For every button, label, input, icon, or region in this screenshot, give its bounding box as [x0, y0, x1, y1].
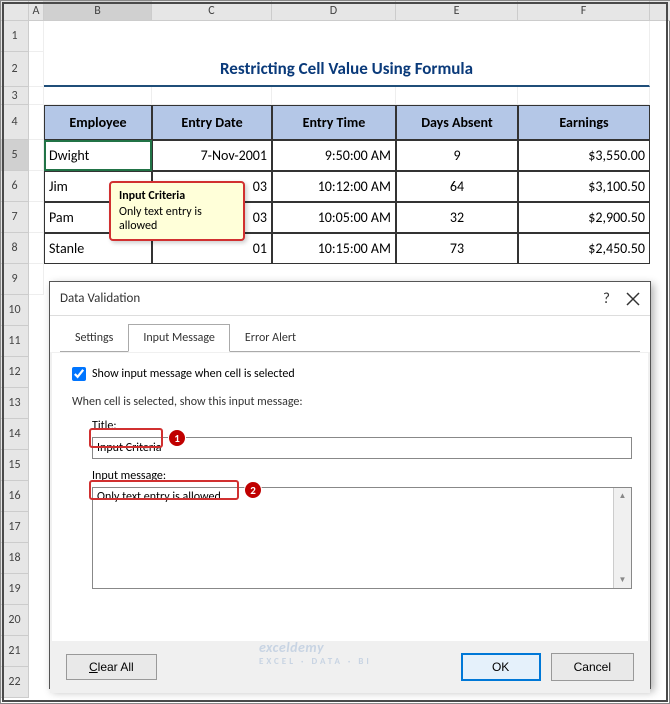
row-header-21[interactable]: 21 [1, 636, 29, 667]
tooltip-body: Only text entry is allowed [119, 205, 235, 233]
row-header-16[interactable]: 16 [1, 481, 29, 512]
cell-c5[interactable]: 7-Nov-2001 [152, 140, 272, 171]
watermark: exceldemy EXCEL · DATA · BI [259, 639, 372, 667]
scroll-down-icon[interactable]: ▼ [615, 572, 631, 588]
cell-d6[interactable]: 10:12:00 AM [272, 171, 396, 202]
row-header-14[interactable]: 14 [1, 419, 29, 450]
cell-e8[interactable]: 73 [396, 233, 518, 264]
row-header-5[interactable]: 5 [1, 140, 29, 171]
row-header-19[interactable]: 19 [1, 574, 29, 605]
cell-d5[interactable]: 9:50:00 AM [272, 140, 396, 171]
scroll-up-icon[interactable]: ▲ [615, 488, 631, 504]
cell-d8[interactable]: 10:15:00 AM [272, 233, 396, 264]
help-icon[interactable]: ? [603, 290, 610, 308]
dialog-tabs: Settings Input Message Error Alert [50, 316, 650, 352]
close-icon[interactable] [626, 292, 640, 306]
row-header-8[interactable]: 8 [1, 233, 29, 264]
tab-input-message[interactable]: Input Message [128, 324, 230, 352]
cell-f7[interactable]: $2,900.50 [518, 202, 650, 233]
textarea-scrollbar[interactable]: ▲ ▼ [613, 488, 631, 588]
message-textarea[interactable]: Only text entry is allowed [93, 488, 613, 588]
show-input-checkbox[interactable] [72, 367, 86, 381]
row-header-6[interactable]: 6 [1, 171, 29, 202]
col-header-f[interactable]: F [518, 1, 650, 20]
prompt-label: When cell is selected, show this input m… [72, 395, 628, 409]
row-header-9[interactable]: 9 [1, 264, 29, 295]
data-validation-dialog: Data Validation ? Settings Input Message… [49, 281, 651, 689]
col-header-e[interactable]: E [396, 1, 518, 20]
header-entry-time[interactable]: Entry Time [272, 105, 396, 140]
cell-e7[interactable]: 32 [396, 202, 518, 233]
row-header-15[interactable]: 15 [1, 450, 29, 481]
callout-2: 2 [244, 481, 262, 499]
header-entry-date[interactable]: Entry Date [152, 105, 272, 140]
show-input-label: Show input message when cell is selected [92, 367, 295, 381]
cell-e5[interactable]: 9 [396, 140, 518, 171]
header-days-absent[interactable]: Days Absent [396, 105, 518, 140]
row-header-3[interactable]: 3 [1, 87, 29, 105]
tab-settings[interactable]: Settings [60, 324, 128, 352]
cell-e6[interactable]: 64 [396, 171, 518, 202]
col-header-b[interactable]: B [44, 1, 152, 20]
row-header-2[interactable]: 2 [1, 52, 29, 87]
cell-f8[interactable]: $2,450.50 [518, 233, 650, 264]
col-header-d[interactable]: D [272, 1, 396, 20]
row-header-10[interactable]: 10 [1, 295, 29, 326]
callout-1: 1 [168, 429, 186, 447]
tooltip-title: Input Criteria [119, 189, 235, 203]
select-all-corner[interactable] [1, 1, 29, 20]
row-header-1[interactable]: 1 [1, 21, 29, 52]
cell-f5[interactable]: $3,550.00 [518, 140, 650, 171]
show-input-checkbox-row[interactable]: Show input message when cell is selected [72, 367, 628, 381]
row-header-18[interactable]: 18 [1, 543, 29, 574]
row-header-20[interactable]: 20 [1, 605, 29, 636]
row-header-12[interactable]: 12 [1, 357, 29, 388]
header-earnings[interactable]: Earnings [518, 105, 650, 140]
column-headers: A B C D E F [1, 1, 670, 21]
row-header-7[interactable]: 7 [1, 202, 29, 233]
col-header-a[interactable]: A [29, 1, 44, 20]
row-header-22[interactable]: 22 [1, 667, 29, 698]
dialog-title: Data Validation [60, 291, 140, 306]
tab-error-alert[interactable]: Error Alert [230, 324, 311, 352]
cell-d7[interactable]: 10:05:00 AM [272, 202, 396, 233]
page-title: Restricting Cell Value Using Formula [44, 52, 650, 87]
col-header-c[interactable]: C [152, 1, 272, 20]
dialog-titlebar[interactable]: Data Validation ? [50, 282, 650, 316]
cancel-button[interactable]: Cancel [551, 653, 634, 681]
row-header-4[interactable]: 4 [1, 105, 29, 140]
ok-button[interactable]: OK [461, 653, 541, 681]
row-header-13[interactable]: 13 [1, 388, 29, 419]
input-message-tooltip: Input Criteria Only text entry is allowe… [109, 181, 245, 241]
cell-b5[interactable]: Dwight [44, 140, 152, 171]
header-employee[interactable]: Employee [44, 105, 152, 140]
clear-all-button[interactable]: CClear Alllear All [66, 654, 157, 680]
message-label: Input message: [92, 469, 628, 483]
row-header-11[interactable]: 11 [1, 326, 29, 357]
row-header-17[interactable]: 17 [1, 512, 29, 543]
cell-f6[interactable]: $3,100.50 [518, 171, 650, 202]
